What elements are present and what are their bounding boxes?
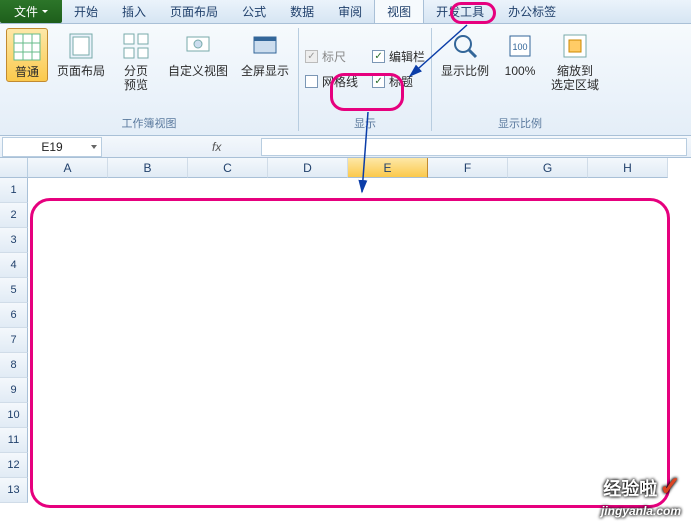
headings-label: 标题 [389, 73, 413, 90]
tab-home[interactable]: 开始 [62, 0, 110, 23]
zoom-100-icon: 100 [504, 30, 536, 62]
gridlines-label: 网格线 [322, 73, 358, 90]
gridlines-checkbox[interactable]: 网格线 [305, 73, 358, 90]
headings-checkbox[interactable]: ✓ 标题 [372, 73, 425, 90]
show-checks-right: ✓ 编辑栏 ✓ 标题 [372, 28, 425, 90]
zoom-content: 显示比例 100 100% 缩放到 选定区域 [438, 28, 602, 115]
watermark-check-icon: ✓ [659, 471, 681, 501]
col-header-B[interactable]: B [108, 158, 188, 178]
tab-formulas[interactable]: 公式 [230, 0, 278, 23]
zoom-label: 显示比例 [441, 64, 489, 78]
select-all-corner[interactable] [0, 158, 28, 178]
row-header[interactable]: 2 [0, 203, 28, 228]
page-layout-label: 页面布局 [57, 64, 105, 78]
show-group-label: 显示 [354, 115, 376, 133]
grid-cells[interactable] [28, 178, 691, 503]
zoom-selection-label: 缩放到 选定区域 [551, 64, 599, 92]
row-header[interactable]: 6 [0, 303, 28, 328]
watermark-url: jingyanla.com [601, 504, 681, 518]
group-show: ✓ 标尺 网格线 ✓ 编辑栏 ✓ 标题 显示 [299, 24, 431, 135]
normal-view-button[interactable]: 普通 [6, 28, 48, 82]
formula-bar-label: 编辑栏 [389, 48, 425, 65]
zoom-icon [449, 30, 481, 62]
sheet-body: 1 2 3 4 5 6 7 8 9 10 11 12 13 [0, 178, 691, 503]
col-header-D[interactable]: D [268, 158, 348, 178]
row-header[interactable]: 8 [0, 353, 28, 378]
row-header[interactable]: 13 [0, 478, 28, 503]
ribbon: 普通 页面布局 分页 预览 自定义视图 [0, 24, 691, 136]
zoom-group-label: 显示比例 [498, 115, 542, 133]
tab-page-layout[interactable]: 页面布局 [158, 0, 230, 23]
zoom-selection-button[interactable]: 缩放到 选定区域 [548, 28, 602, 94]
row-header[interactable]: 12 [0, 453, 28, 478]
zoom-100-label: 100% [505, 64, 536, 78]
row-header[interactable]: 11 [0, 428, 28, 453]
menu-bar: 文件 开始 插入 页面布局 公式 数据 审阅 视图 开发工具 办公标签 [0, 0, 691, 24]
tab-developer[interactable]: 开发工具 [424, 0, 496, 23]
watermark-title: 经验啦 [603, 479, 657, 499]
zoom-selection-icon [559, 30, 591, 62]
ruler-label: 标尺 [322, 48, 346, 65]
zoom-button[interactable]: 显示比例 [438, 28, 492, 80]
row-header[interactable]: 4 [0, 253, 28, 278]
group-workbook-views: 普通 页面布局 分页 预览 自定义视图 [0, 24, 298, 135]
page-layout-icon [65, 30, 97, 62]
row-headers: 1 2 3 4 5 6 7 8 9 10 11 12 13 [0, 178, 28, 503]
row-header[interactable]: 10 [0, 403, 28, 428]
formula-bar: E19 fx [0, 136, 691, 158]
page-layout-button[interactable]: 页面布局 [54, 28, 108, 80]
watermark: 经验啦✓ jingyanla.com [601, 476, 681, 521]
col-header-H[interactable]: H [588, 158, 668, 178]
column-headers: A B C D E F G H [28, 158, 668, 178]
tab-view[interactable]: 视图 [374, 0, 424, 23]
custom-views-label: 自定义视图 [168, 64, 228, 78]
col-header-A[interactable]: A [28, 158, 108, 178]
custom-views-icon [182, 30, 214, 62]
col-header-G[interactable]: G [508, 158, 588, 178]
group-zoom: 显示比例 100 100% 缩放到 选定区域 显示比例 [432, 24, 608, 135]
row-header[interactable]: 5 [0, 278, 28, 303]
tab-data[interactable]: 数据 [278, 0, 326, 23]
formula-bar-checkbox[interactable]: ✓ 编辑栏 [372, 48, 425, 65]
show-content: ✓ 标尺 网格线 ✓ 编辑栏 ✓ 标题 [305, 28, 425, 115]
col-header-C[interactable]: C [188, 158, 268, 178]
full-screen-icon [249, 30, 281, 62]
page-break-icon [120, 30, 152, 62]
page-break-button[interactable]: 分页 预览 [114, 28, 158, 94]
col-header-F[interactable]: F [428, 158, 508, 178]
tab-insert[interactable]: 插入 [110, 0, 158, 23]
full-screen-button[interactable]: 全屏显示 [238, 28, 292, 80]
fx-icon[interactable]: fx [212, 140, 221, 154]
file-tab[interactable]: 文件 [0, 0, 62, 23]
normal-view-label: 普通 [15, 65, 39, 79]
sheet-header-row: A B C D E F G H [0, 158, 691, 178]
row-header[interactable]: 9 [0, 378, 28, 403]
tab-review[interactable]: 审阅 [326, 0, 374, 23]
normal-view-icon [11, 31, 43, 63]
row-header[interactable]: 1 [0, 178, 28, 203]
show-checks-left: ✓ 标尺 网格线 [305, 28, 358, 90]
name-box[interactable]: E19 [2, 137, 102, 157]
svg-text:100: 100 [513, 42, 528, 52]
row-header[interactable]: 3 [0, 228, 28, 253]
custom-views-button[interactable]: 自定义视图 [164, 28, 232, 80]
headings-check-icon: ✓ [372, 75, 385, 88]
fx-area: fx [112, 140, 261, 154]
formula-input[interactable] [261, 138, 687, 156]
col-header-E[interactable]: E [348, 158, 428, 178]
workbook-views-content: 普通 页面布局 分页 预览 自定义视图 [6, 28, 292, 115]
ruler-check-icon: ✓ [305, 50, 318, 63]
zoom-100-button[interactable]: 100 100% [498, 28, 542, 80]
page-break-label: 分页 预览 [124, 64, 148, 92]
full-screen-label: 全屏显示 [241, 64, 289, 78]
gridlines-check-icon [305, 75, 318, 88]
ruler-checkbox[interactable]: ✓ 标尺 [305, 48, 358, 65]
row-header[interactable]: 7 [0, 328, 28, 353]
tab-office-tabs[interactable]: 办公标签 [496, 0, 568, 23]
formula-bar-check-icon: ✓ [372, 50, 385, 63]
workbook-views-group-label: 工作簿视图 [122, 115, 177, 133]
